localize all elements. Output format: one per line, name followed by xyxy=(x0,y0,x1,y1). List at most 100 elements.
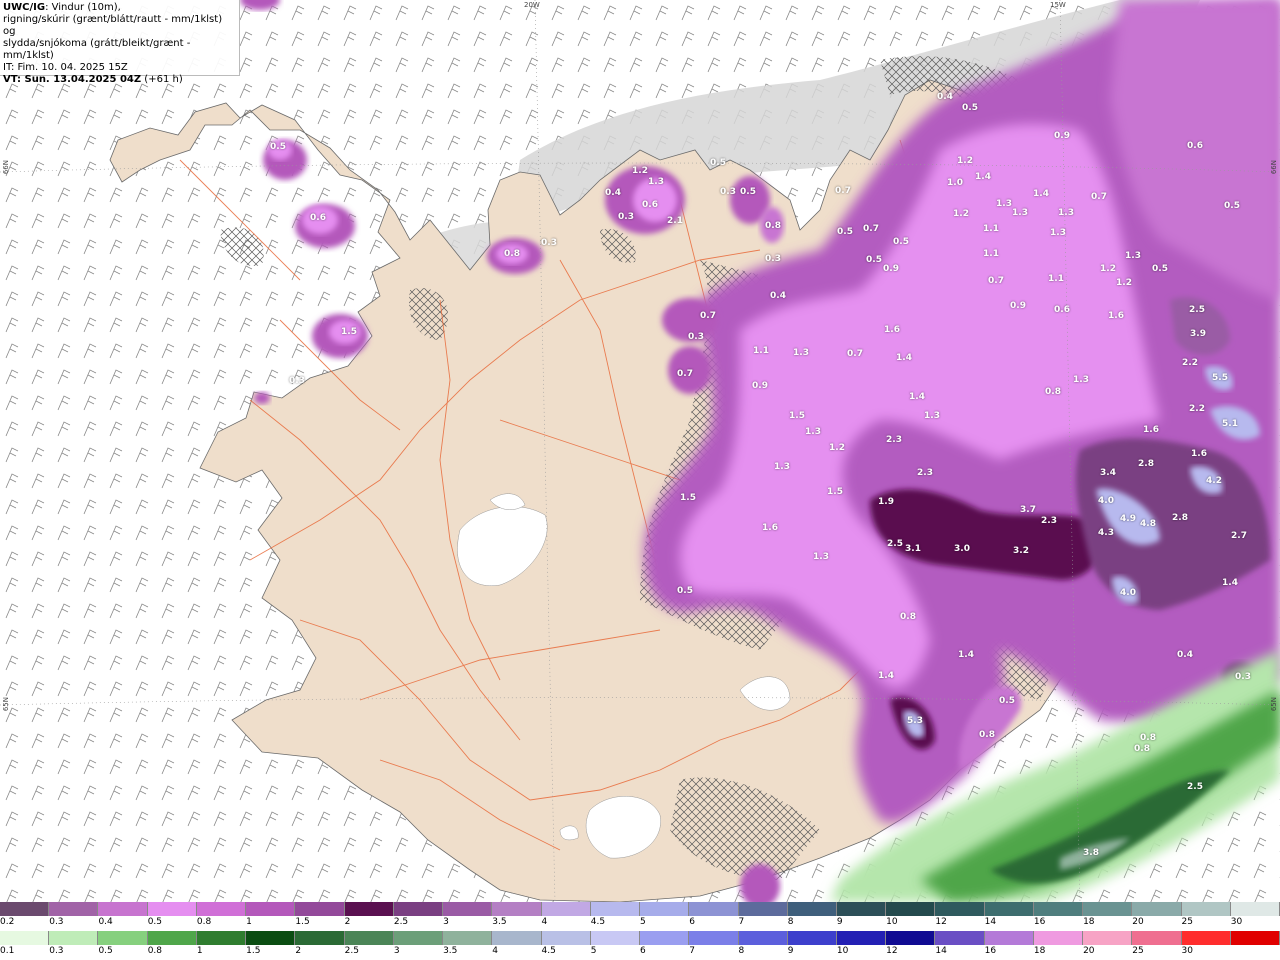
precip-value-label: 1.3 xyxy=(1050,228,1066,238)
legend-tick-label: 4 xyxy=(492,946,499,956)
lon-label-20w: 20W xyxy=(524,1,540,9)
precip-value-label: 0.6 xyxy=(642,200,658,210)
precip-value-label: 1.3 xyxy=(793,348,809,358)
precip-value-label: 1.6 xyxy=(1191,449,1207,459)
legend-swatch xyxy=(98,902,148,916)
precip-value-label: 3.1 xyxy=(905,544,921,554)
precip-value-label: 1.3 xyxy=(1012,208,1028,218)
legend-tick-label: 4.5 xyxy=(590,917,606,927)
precip-value-label: 4.3 xyxy=(1098,528,1114,538)
legend-swatch xyxy=(1132,931,1182,945)
legend-tick-label: 2.5 xyxy=(344,946,359,956)
precip-value-label: 4.0 xyxy=(1098,496,1114,506)
legend-swatch xyxy=(984,902,1034,916)
legend-swatch xyxy=(0,902,50,916)
lon-label-15w: 15W xyxy=(1050,1,1066,9)
legend-tick-label: 14 xyxy=(984,917,997,927)
legend-swatch xyxy=(98,931,148,945)
precip-value-label: 1.2 xyxy=(829,443,845,453)
legend-tick-label: 25 xyxy=(1132,946,1144,956)
precip-value-label: 0.6 xyxy=(1187,141,1203,151)
legend-swatch xyxy=(836,902,887,916)
legend-swatch xyxy=(246,931,296,945)
legend-swatch xyxy=(640,931,690,945)
legend-swatch xyxy=(147,902,197,916)
precip-value-label: 4.2 xyxy=(1206,476,1222,486)
precip-value-label: 2.5 xyxy=(887,539,903,549)
legend-snow-colorbar xyxy=(0,902,1280,916)
legend-swatch xyxy=(0,931,50,945)
precip-value-label: 1.3 xyxy=(774,462,790,472)
precip-value-label: 0.5 xyxy=(893,237,909,247)
legend-swatch xyxy=(738,931,788,945)
precip-value-label: 0.7 xyxy=(1091,192,1107,202)
legend-tick-label: 0.8 xyxy=(196,917,212,927)
precip-value-label: 0.5 xyxy=(710,158,726,168)
valid-time: VT: Sun. 13.04.2025 04Z xyxy=(3,74,142,85)
legend-swatch xyxy=(1132,902,1182,916)
precip-value-label: 0.3 xyxy=(720,187,736,197)
lat-label-66n-left: 66N xyxy=(2,160,10,175)
legend-tick-label: 7 xyxy=(689,946,695,956)
legend-swatch xyxy=(886,931,936,945)
legend-swatch xyxy=(787,902,837,916)
precip-value-label: 1.6 xyxy=(884,325,900,335)
precip-value-label: 1.5 xyxy=(789,411,805,421)
legend-tick-label: 1.5 xyxy=(295,917,310,927)
precip-value-label: 0.9 xyxy=(752,381,768,391)
lat-label-66n-right: 66N xyxy=(1270,160,1278,175)
legend-tick-label: 16 xyxy=(1033,917,1046,927)
legend-tick-label: 6 xyxy=(640,946,646,956)
legend-tick-label: 4 xyxy=(541,917,548,927)
legend-tick-label: 5 xyxy=(590,946,597,956)
precip-value-label: 2.8 xyxy=(1138,459,1154,469)
precip-value-label: 0.9 xyxy=(1010,301,1026,311)
precip-value-label: 4.0 xyxy=(1120,588,1136,598)
precip-value-label: 5.1 xyxy=(1222,419,1238,429)
precip-value-label: 0.8 xyxy=(1140,733,1156,743)
precip-value-label: 0.4 xyxy=(770,291,786,301)
legend-rain-colorbar xyxy=(0,931,1280,945)
legend-tick-label: 1 xyxy=(196,946,203,956)
precip-value-label: 0.6 xyxy=(310,213,326,223)
precip-value-label: 0.3 xyxy=(541,238,557,248)
legend-tick-label: 30 xyxy=(1230,917,1243,927)
legend-swatch xyxy=(935,902,985,916)
precip-value-label: 0.9 xyxy=(883,264,899,274)
init-time: IT: Fim. 10. 04. 2025 15Z xyxy=(3,62,128,73)
forecast-offset: (+61 h) xyxy=(141,74,183,85)
legend-swatch xyxy=(1230,931,1280,945)
color-legend: 0.2 0.3 0.4 0.5 0.8 1 1.5 2 2.5 3 3.5 4 4.5 5 6 7 8 9 10 12… xyxy=(0,902,1280,960)
precip-value-label: 2.1 xyxy=(667,216,683,226)
legend-tick-label: 8 xyxy=(787,917,794,927)
precip-value-label: 0.7 xyxy=(700,311,716,321)
legend-swatch xyxy=(196,902,247,916)
precip-value-label: 1.3 xyxy=(1073,375,1089,385)
precip-value-label: 1.4 xyxy=(975,172,991,182)
precip-value-label: 0.7 xyxy=(847,349,863,359)
desc-rain: rigning/skúrir (grænt/blátt/rautt - mm/1… xyxy=(3,14,223,37)
precip-value-label: 0.5 xyxy=(999,696,1015,706)
legend-swatch xyxy=(738,902,788,916)
precip-value-label: 1.3 xyxy=(648,177,664,187)
legend-swatch xyxy=(984,931,1034,945)
precip-value-label: 0.7 xyxy=(835,186,851,196)
precip-value-label: 0.3 xyxy=(618,212,634,222)
precip-value-label: 1.2 xyxy=(1100,264,1116,274)
precip-value-label: 1.5 xyxy=(827,487,843,497)
legend-swatch xyxy=(443,902,493,916)
precip-value-label: 0.5 xyxy=(677,586,693,596)
weather-map[interactable]: 20W 15W 66N 65N 66N 65N 0.5 0.6 1.5 0.3 0.8 0… xyxy=(0,0,1280,902)
legend-swatch xyxy=(590,902,641,916)
precip-value-label: 0.5 xyxy=(270,142,286,152)
precip-value-label: 0.5 xyxy=(837,227,853,237)
legend-tick-label: 30 xyxy=(1181,946,1193,956)
precip-value-label: 0.7 xyxy=(988,276,1004,286)
legend-swatch xyxy=(492,902,542,916)
legend-swatch xyxy=(935,931,985,945)
legend-tick-label: 5 xyxy=(640,917,646,927)
precip-value-label: 1.3 xyxy=(813,552,829,562)
precip-value-label: 0.5 xyxy=(1152,264,1168,274)
legend-tick-label: 0.5 xyxy=(147,917,163,927)
legend-swatch xyxy=(246,902,296,916)
